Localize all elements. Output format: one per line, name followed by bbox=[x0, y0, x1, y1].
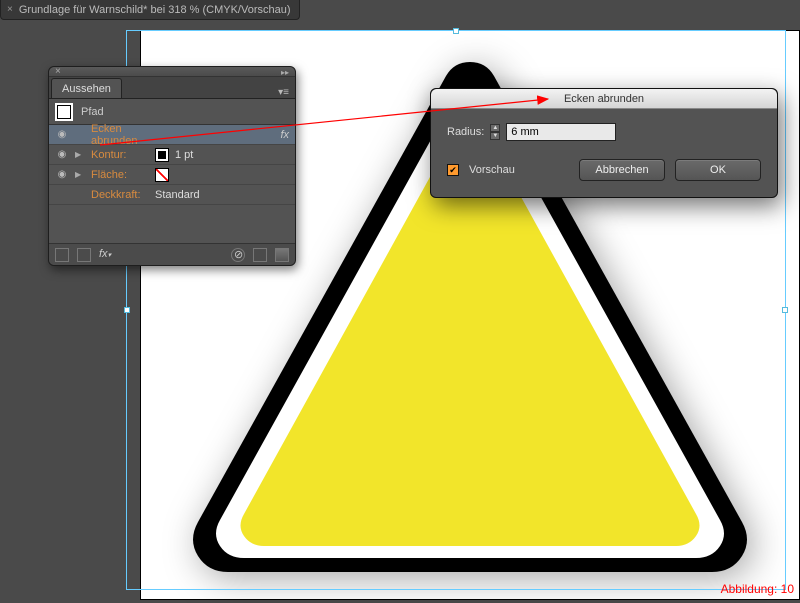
panel-empty-area bbox=[49, 205, 295, 243]
appearance-tab[interactable]: Aussehen bbox=[51, 78, 122, 98]
radius-field-row: Radius: ▲ ▼ bbox=[447, 123, 761, 141]
stepper-up-icon[interactable]: ▲ bbox=[490, 124, 500, 132]
visibility-toggle-icon[interactable]: ◉ bbox=[55, 169, 69, 180]
fill-label: Fläche: bbox=[91, 169, 149, 181]
opacity-label: Deckkraft: bbox=[91, 189, 149, 201]
dialog-button-row: ✔ Vorschau Abbrechen OK bbox=[447, 159, 761, 181]
target-type-label: Pfad bbox=[81, 106, 289, 118]
preview-checkbox[interactable]: ✔ bbox=[447, 164, 459, 176]
document-tab-label: Grundlage für Warnschild* bei 318 % (CMY… bbox=[19, 0, 291, 20]
duplicate-item-icon[interactable] bbox=[253, 248, 267, 262]
panel-tabs: Aussehen ▾≡ bbox=[49, 77, 295, 99]
visibility-toggle-icon[interactable]: ◉ bbox=[55, 149, 69, 160]
ok-button[interactable]: OK bbox=[675, 159, 761, 181]
stroke-weight[interactable]: 1 pt bbox=[175, 149, 193, 161]
add-effect-icon[interactable]: fx▾ bbox=[99, 248, 111, 262]
clear-appearance-icon[interactable]: ⊘ bbox=[231, 248, 245, 262]
fx-indicator-icon: fx bbox=[280, 129, 289, 141]
disclosure-icon[interactable]: ▶ bbox=[75, 150, 85, 159]
stroke-label: Kontur: bbox=[91, 149, 149, 161]
appearance-row-fill[interactable]: ◉ ▶ Fläche: bbox=[49, 165, 295, 185]
panel-drag-bar[interactable]: × ▸▸ bbox=[49, 67, 295, 77]
stepper-down-icon[interactable]: ▼ bbox=[490, 132, 500, 140]
preview-label[interactable]: Vorschau bbox=[469, 164, 515, 176]
appearance-panel-body: Pfad ◉ Ecken abrunden fx ◉ ▶ Kontur: 1 p… bbox=[49, 99, 295, 243]
effect-name: Ecken abrunden bbox=[91, 123, 149, 147]
dialog-title[interactable]: Ecken abrunden bbox=[431, 89, 777, 109]
panel-flyout-menu-icon[interactable]: ▾≡ bbox=[278, 87, 289, 98]
visibility-toggle-icon[interactable]: ◉ bbox=[55, 129, 69, 140]
delete-item-icon[interactable] bbox=[275, 248, 289, 262]
appearance-panel[interactable]: × ▸▸ Aussehen ▾≡ Pfad ◉ Ecken abrunden f… bbox=[48, 66, 296, 266]
target-thumbnail-icon bbox=[55, 103, 73, 121]
appearance-panel-footer: fx▾ ⊘ bbox=[49, 243, 295, 265]
figure-caption: Abbildung: 10 bbox=[721, 582, 794, 596]
appearance-row-round-corners[interactable]: ◉ Ecken abrunden fx bbox=[49, 125, 295, 145]
radius-input[interactable] bbox=[506, 123, 616, 141]
appearance-row-opacity[interactable]: Deckkraft: Standard bbox=[49, 185, 295, 205]
cancel-button[interactable]: Abbrechen bbox=[579, 159, 665, 181]
new-art-basic-icon[interactable] bbox=[55, 248, 69, 262]
radius-stepper[interactable]: ▲ ▼ bbox=[490, 124, 500, 140]
selection-handle-left[interactable] bbox=[124, 307, 130, 313]
appearance-target-row[interactable]: Pfad bbox=[49, 99, 295, 125]
opacity-value[interactable]: Standard bbox=[155, 189, 200, 201]
round-corners-dialog[interactable]: Ecken abrunden Radius: ▲ ▼ ✔ Vorschau Ab… bbox=[430, 88, 778, 198]
appearance-row-stroke[interactable]: ◉ ▶ Kontur: 1 pt bbox=[49, 145, 295, 165]
stroke-swatch[interactable] bbox=[155, 148, 169, 162]
panel-close-icon[interactable]: × bbox=[55, 66, 61, 77]
radius-label: Radius: bbox=[447, 126, 484, 138]
new-art-maintain-icon[interactable] bbox=[77, 248, 91, 262]
disclosure-icon[interactable]: ▶ bbox=[75, 170, 85, 179]
document-tab[interactable]: × Grundlage für Warnschild* bei 318 % (C… bbox=[0, 0, 300, 20]
close-tab-icon[interactable]: × bbox=[7, 0, 13, 20]
panel-collapse-icon[interactable]: ▸▸ bbox=[281, 68, 289, 77]
fill-swatch-none[interactable] bbox=[155, 168, 169, 182]
dialog-body: Radius: ▲ ▼ ✔ Vorschau Abbrechen OK bbox=[431, 109, 777, 197]
